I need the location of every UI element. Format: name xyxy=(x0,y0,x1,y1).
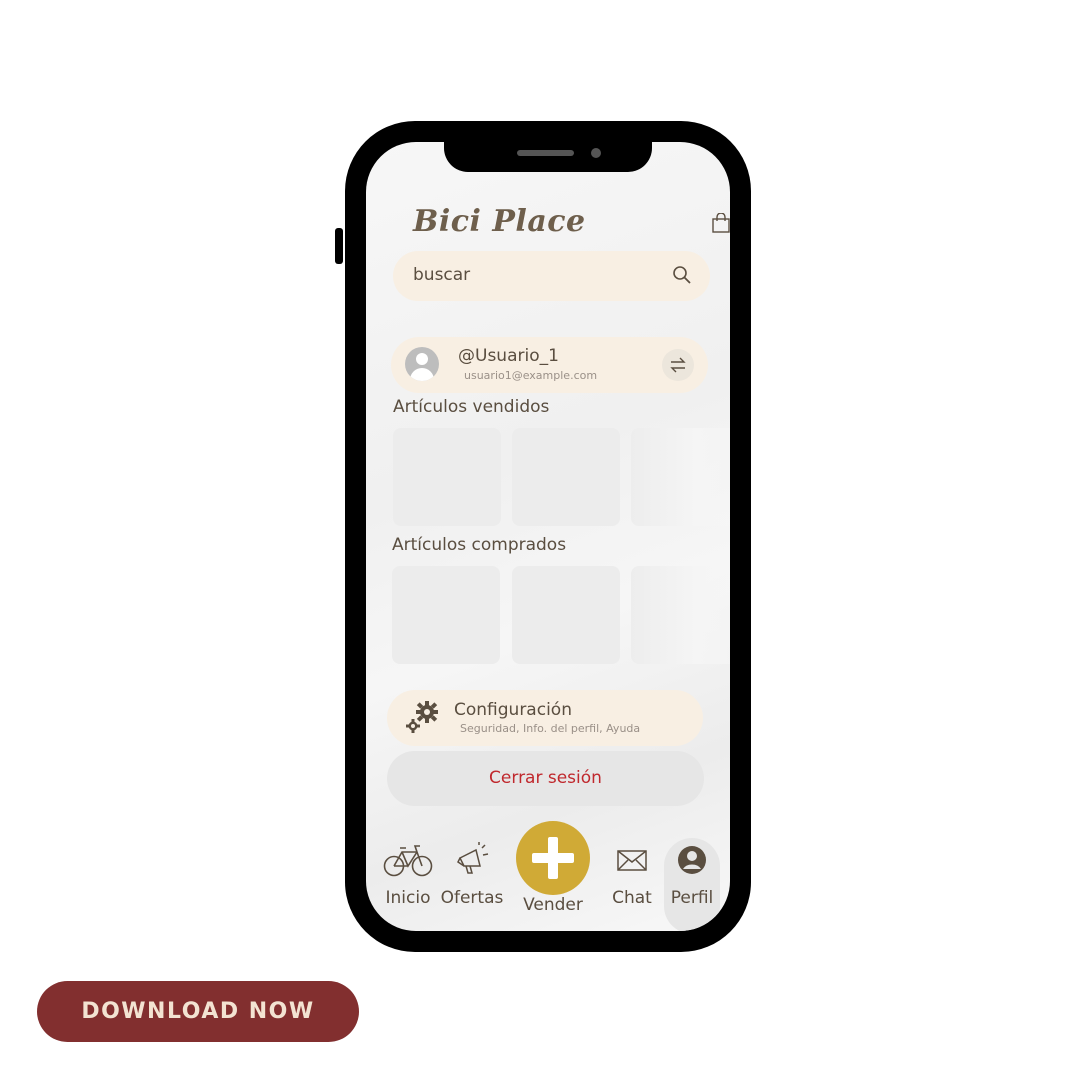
nav-label-offers: Ofertas xyxy=(440,888,504,908)
megaphone-icon xyxy=(457,842,489,874)
search-input[interactable]: buscar xyxy=(413,265,470,285)
nav-item-profile[interactable]: Perfil xyxy=(664,842,720,908)
phone-screen: Bici Place buscar @Usuario_1 usuario1@ex… xyxy=(366,142,730,931)
avatar xyxy=(405,347,439,381)
user-circle-icon xyxy=(678,846,706,874)
settings-card[interactable]: Configuración Seguridad, Info. del perfi… xyxy=(387,690,703,746)
switch-account-button[interactable] xyxy=(662,349,694,381)
bicycle-icon xyxy=(383,845,433,877)
sold-items-title: Artículos vendidos xyxy=(393,397,550,417)
search-icon[interactable] xyxy=(672,265,692,285)
nav-item-chat[interactable]: Chat xyxy=(606,842,658,908)
bought-item-thumb[interactable] xyxy=(631,566,730,664)
phone-notch xyxy=(444,142,652,172)
sold-item-thumb[interactable] xyxy=(512,428,620,526)
sold-item-thumb[interactable] xyxy=(393,428,501,526)
bought-item-thumb[interactable] xyxy=(392,566,500,664)
user-card[interactable]: @Usuario_1 usuario1@example.com xyxy=(391,337,708,393)
nav-label-chat: Chat xyxy=(612,888,652,908)
swap-arrows-icon xyxy=(670,357,686,373)
nav-item-home[interactable]: Inicio xyxy=(380,842,436,908)
phone-side-button xyxy=(335,228,343,264)
nav-label-sell: Vender xyxy=(523,895,583,915)
logout-button[interactable]: Cerrar sesión xyxy=(387,751,704,806)
bought-items-title: Artículos comprados xyxy=(392,535,567,555)
download-now-button[interactable]: DOWNLOAD NOW xyxy=(37,981,359,1042)
app-logo: Bici Place xyxy=(413,204,586,239)
settings-subtitle: Seguridad, Info. del perfil, Ayuda xyxy=(460,722,641,735)
user-email: usuario1@example.com xyxy=(464,369,598,382)
username: @Usuario_1 xyxy=(458,346,559,366)
nav-label-home: Inicio xyxy=(385,888,431,908)
nav-label-profile: Perfil xyxy=(670,888,714,908)
gear-icon xyxy=(406,701,438,733)
settings-title: Configuración xyxy=(454,700,572,720)
search-bar[interactable]: buscar xyxy=(393,251,710,301)
envelope-icon xyxy=(617,850,647,871)
sell-button[interactable] xyxy=(516,821,590,895)
bought-item-thumb[interactable] xyxy=(512,566,620,664)
camera-icon xyxy=(591,148,601,158)
sold-item-thumb[interactable] xyxy=(631,428,730,526)
nav-item-offers[interactable]: Ofertas xyxy=(436,842,508,908)
phone-frame: Bici Place buscar @Usuario_1 usuario1@ex… xyxy=(345,121,751,952)
shopping-bag-icon[interactable] xyxy=(712,213,730,233)
